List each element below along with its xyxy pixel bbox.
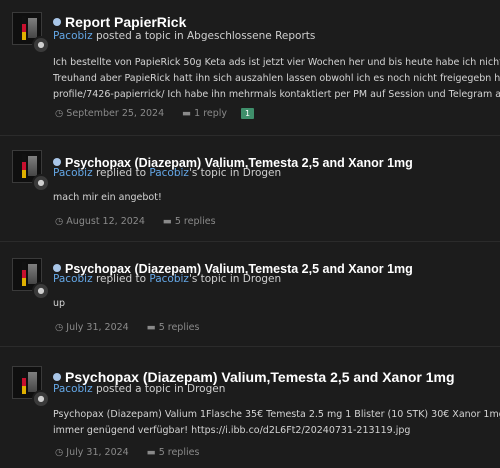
author-link[interactable]: Pacobiz <box>53 30 93 42</box>
unread-dot-icon <box>53 373 61 381</box>
reply-count[interactable]: 5 replies <box>175 216 216 227</box>
topic-title-link[interactable]: Report PapierRick <box>65 14 186 30</box>
activity-entry: ● Psychopax (Diazepam) Valium,Temesta 2,… <box>0 135 500 242</box>
activity-meta: Pacobiz posted a topic in Abgeschlossene… <box>53 30 315 42</box>
comment-icon: ● <box>32 282 50 300</box>
forum-link[interactable]: Drogen <box>187 383 225 395</box>
activity-action: 's topic in <box>188 167 240 179</box>
activity-meta: Pacobiz posted a topic in Drogen <box>53 383 225 395</box>
activity-entry: ● Psychopax (Diazepam) Valium,Temesta 2,… <box>0 346 500 468</box>
activity-action: posted a topic in <box>95 383 184 395</box>
topic-owner-link[interactable]: Pacobiz <box>149 167 189 179</box>
activity-action: posted a topic in <box>95 30 184 42</box>
comments-icon: ▬ <box>146 322 156 333</box>
comments-icon: ▬ <box>162 216 172 227</box>
excerpt-line: immer genügend verfügbar! https://i.ibb.… <box>53 425 411 436</box>
clock-icon: ◷ <box>55 322 64 333</box>
comment-icon: ● <box>32 174 50 192</box>
author-link[interactable]: Pacobiz <box>53 273 93 285</box>
unread-dot-icon <box>53 18 61 26</box>
post-date[interactable]: September 25, 2024 <box>66 108 164 119</box>
post-excerpt: Ich bestellte von PapieRick 50g Keta ads… <box>53 55 500 103</box>
comments-icon: ▬ <box>146 447 156 458</box>
reply-count[interactable]: 5 replies <box>159 447 200 458</box>
activity-action: replied to <box>95 273 146 285</box>
clock-icon: ◷ <box>55 108 64 119</box>
comments-icon: ▬ <box>182 108 192 119</box>
activity-action: 's topic in <box>188 273 240 285</box>
forum-link[interactable]: Drogen <box>243 273 281 285</box>
excerpt-line: mach mir ein angebot! <box>53 192 162 203</box>
clock-icon: ◷ <box>55 447 64 458</box>
forum-link[interactable]: Drogen <box>243 167 281 179</box>
post-date[interactable]: August 12, 2024 <box>66 216 145 227</box>
reply-count[interactable]: 1 reply <box>194 108 227 119</box>
post-excerpt: up <box>53 296 500 312</box>
unread-dot-icon <box>53 264 61 272</box>
author-link[interactable]: Pacobiz <box>53 383 93 395</box>
activity-entry: ● Psychopax (Diazepam) Valium,Temesta 2,… <box>0 241 500 347</box>
activity-feed: ● Report PapierRick Pacobiz posted a top… <box>0 0 500 467</box>
comment-icon: ● <box>32 36 50 54</box>
activity-entry: ● Report PapierRick Pacobiz posted a top… <box>0 0 500 135</box>
forum-link[interactable]: Abgeschlossene Reports <box>187 30 315 42</box>
activity-meta: Pacobiz replied to Pacobiz's topic in Dr… <box>53 273 281 285</box>
comment-icon: ● <box>32 390 50 408</box>
post-date[interactable]: July 31, 2024 <box>66 447 128 458</box>
post-date[interactable]: July 31, 2024 <box>66 322 128 333</box>
excerpt-line: Psychopax (Diazepam) Valium 1Flasche 35€… <box>53 409 500 420</box>
reply-count[interactable]: 5 replies <box>159 322 200 333</box>
post-excerpt: Psychopax (Diazepam) Valium 1Flasche 35€… <box>53 407 500 439</box>
topic-owner-link[interactable]: Pacobiz <box>149 273 189 285</box>
clock-icon: ◷ <box>55 216 64 227</box>
unread-dot-icon <box>53 158 61 166</box>
excerpt-line: up <box>53 298 66 309</box>
post-stats: ◷ August 12, 2024 ▬ 5 replies <box>55 216 216 227</box>
reaction-badge: 1 <box>241 108 255 119</box>
post-stats: ◷ July 31, 2024 ▬ 5 replies <box>55 447 199 458</box>
post-stats: ◷ September 25, 2024 ▬ 1 reply 1 <box>55 108 255 119</box>
activity-action: replied to <box>95 167 146 179</box>
excerpt-line: Ich bestellte von PapieRick 50g Keta ads… <box>53 57 500 68</box>
post-stats: ◷ July 31, 2024 ▬ 5 replies <box>55 322 199 333</box>
author-link[interactable]: Pacobiz <box>53 167 93 179</box>
excerpt-line: Treuhand aber PapieRick hatt ihn sich au… <box>53 73 500 84</box>
post-excerpt: mach mir ein angebot! <box>53 190 500 206</box>
excerpt-line: profile/7426-papierrick/ Ich habe ihn me… <box>53 89 500 100</box>
activity-meta: Pacobiz replied to Pacobiz's topic in Dr… <box>53 167 281 179</box>
